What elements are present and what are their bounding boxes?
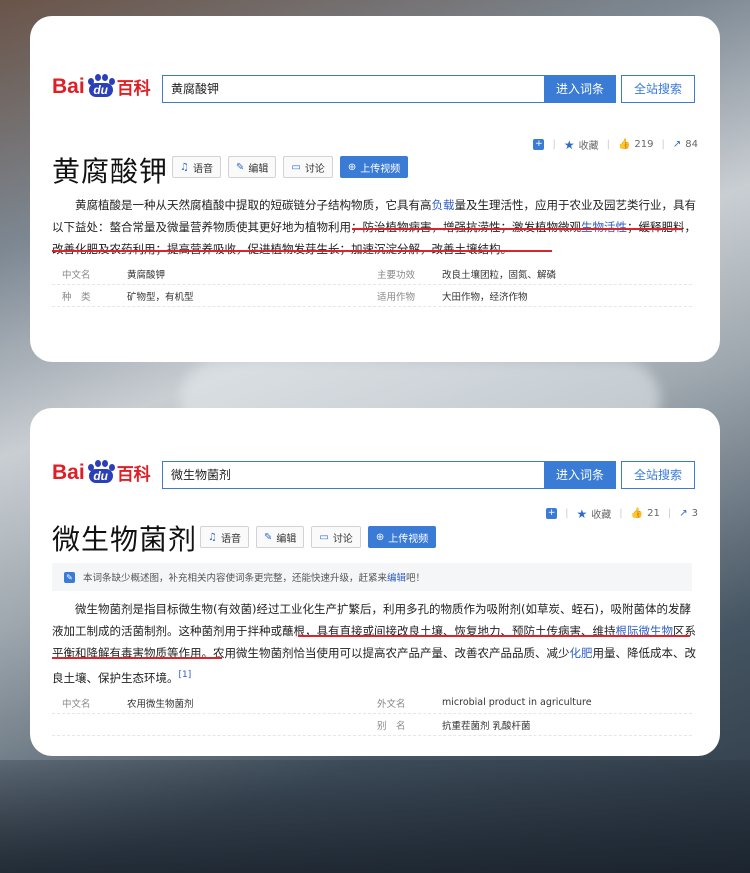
headphones-icon: ♫: [180, 161, 189, 173]
logo-text-bai: Bai: [52, 74, 85, 98]
edit-button[interactable]: ✎ 编辑: [255, 526, 305, 548]
collect-label[interactable]: 收藏: [579, 137, 599, 152]
enter-entry-button[interactable]: 进入词条: [544, 75, 616, 103]
notice-text: 本词条缺少概述图，补充相关内容使词条更完整，还能快速升级，赶紧来: [83, 573, 388, 584]
chat-icon: ▭: [291, 161, 301, 173]
link-load[interactable]: 负载: [432, 198, 455, 212]
entry-toolbar: ♫ 语音 ✎ 编辑 ▭ 讨论 ⊕ 上传视频: [200, 526, 437, 548]
info-box: 中文名 农用微生物菌剂 外文名 microbial product in agr…: [52, 692, 692, 736]
info-box: 中文名 黄腐酸钾 主要功效 改良土壤团粒，固氮、解磷 种 类 矿物型，有机型 适…: [52, 263, 692, 307]
entry-stats: + | ★ 收藏 | 👍 21 | ↗ 3: [546, 506, 698, 521]
baidu-baike-logo[interactable]: Bai du 百科: [52, 73, 151, 99]
site-search-button[interactable]: 全站搜索: [621, 461, 695, 489]
info-key: 主要功效: [377, 269, 416, 281]
baidu-baike-logo[interactable]: Bai du 百科: [52, 459, 151, 485]
like-count: 219: [634, 139, 654, 150]
voice-label: 语音: [192, 163, 213, 175]
discuss-button[interactable]: ▭ 讨论: [311, 526, 361, 548]
baike-card-2: Bai du 百科 微生物菌剂 进入词条 全站搜索 + | ★ 收藏 | 👍 2…: [30, 408, 720, 756]
share-icon[interactable]: ↗: [679, 508, 687, 519]
voice-button[interactable]: ♫ 语音: [200, 526, 249, 548]
enter-entry-button[interactable]: 进入词条: [544, 461, 616, 489]
voice-label: 语音: [220, 533, 241, 545]
info-value: 农用微生物菌剂: [127, 698, 194, 710]
paw-icon: du: [86, 73, 116, 98]
search-input[interactable]: 黄腐酸钾: [162, 75, 544, 103]
highlight-underline: [52, 657, 222, 659]
info-row: 中文名 农用微生物菌剂 外文名 microbial product in agr…: [52, 692, 692, 714]
entry-toolbar: ♫ 语音 ✎ 编辑 ▭ 讨论 ⊕ 上传视频: [172, 156, 409, 178]
plus-circle-icon: ⊕: [347, 161, 357, 173]
thumbs-up-icon[interactable]: 👍: [618, 139, 630, 150]
upload-video-button[interactable]: ⊕ 上传视频: [367, 526, 437, 548]
add-icon[interactable]: +: [533, 139, 545, 150]
info-key: 中文名: [62, 269, 91, 281]
page-title: 黄腐酸钾: [52, 155, 169, 188]
info-value: microbial product in agriculture: [442, 697, 592, 708]
share-count: 3: [691, 508, 698, 519]
info-key: 中文名: [62, 698, 91, 710]
paw-icon: du: [86, 459, 116, 484]
site-search-button[interactable]: 全站搜索: [621, 75, 695, 103]
highlight-underline: [298, 635, 690, 637]
edit-note-icon: ✎: [64, 571, 75, 583]
pencil-icon: ✎: [235, 161, 245, 173]
star-icon[interactable]: ★: [577, 507, 588, 521]
link-bioactivity[interactable]: 生物活性: [581, 220, 627, 234]
baike-card-1: Bai du 百科 黄腐酸钾 进入词条 全站搜索 + | ★ 收藏 | 👍 21…: [30, 16, 720, 362]
info-value: 抗重茬菌剂 乳酸杆菌: [442, 720, 531, 732]
like-count: 21: [647, 508, 660, 519]
headphones-icon: ♫: [208, 531, 217, 543]
info-key: 别 名: [377, 720, 406, 732]
chat-icon: ▭: [319, 531, 329, 543]
info-key: 适用作物: [377, 291, 416, 303]
background-shade: [0, 760, 750, 873]
collect-label[interactable]: 收藏: [591, 506, 611, 521]
pencil-icon: ✎: [263, 531, 273, 543]
info-row: 中文名 黄腐酸钾 主要功效 改良土壤团粒，固氮、解磷: [52, 263, 692, 285]
notice-tail: 吧！: [406, 573, 426, 584]
info-value: 大田作物，经济作物: [442, 291, 528, 303]
upload-label: 上传视频: [360, 163, 401, 175]
page-title: 微生物菌剂: [52, 523, 198, 556]
upload-label: 上传视频: [388, 533, 429, 545]
reference-link[interactable]: [1]: [179, 670, 192, 680]
discuss-label: 讨论: [304, 163, 325, 175]
logo-text-baike: 百科: [116, 465, 151, 485]
highlight-underline: [352, 228, 682, 230]
thumbs-up-icon[interactable]: 👍: [631, 508, 643, 519]
para-text: 黄腐植酸是一种从天然腐植酸中提取的短碳链分子结构物质，它具有高: [75, 198, 432, 212]
share-icon[interactable]: ↗: [673, 139, 681, 150]
info-value: 矿物型，有机型: [127, 291, 194, 303]
discuss-label: 讨论: [332, 533, 353, 545]
logo-text-bai: Bai: [52, 460, 85, 484]
edit-button[interactable]: ✎ 编辑: [227, 156, 277, 178]
voice-button[interactable]: ♫ 语音: [172, 156, 221, 178]
logo-text-baike: 百科: [116, 79, 151, 99]
star-icon[interactable]: ★: [564, 138, 575, 152]
info-row: 种 类 矿物型，有机型 适用作物 大田作物，经济作物: [52, 285, 692, 307]
plus-circle-icon: ⊕: [375, 531, 385, 543]
discuss-button[interactable]: ▭ 讨论: [283, 156, 333, 178]
edit-label: 编辑: [276, 533, 297, 545]
upload-video-button[interactable]: ⊕ 上传视频: [339, 156, 409, 178]
para-text: 微生物菌剂是指目标微生物(有效菌)经过工业化生产扩繁后，利用多孔的物质作为吸附剂…: [52, 602, 691, 638]
info-value: 黄腐酸钾: [127, 269, 166, 281]
logo-text-du: du: [88, 468, 113, 483]
info-row: 别 名 抗重茬菌剂 乳酸杆菌: [52, 714, 692, 736]
info-key: 外文名: [377, 698, 406, 710]
search-input[interactable]: 微生物菌剂: [162, 461, 544, 489]
summary-paragraph: 微生物菌剂是指目标微生物(有效菌)经过工业化生产扩繁后，利用多孔的物质作为吸附剂…: [52, 598, 700, 689]
edit-label: 编辑: [248, 163, 269, 175]
info-value: 改良土壤团粒，固氮、解磷: [442, 269, 557, 281]
add-icon[interactable]: +: [546, 508, 558, 519]
notice-edit-link[interactable]: 编辑: [387, 573, 406, 584]
link-fertilizer[interactable]: 化肥: [570, 646, 593, 660]
highlight-underline: [52, 250, 552, 252]
entry-stats: + | ★ 收藏 | 👍 219 | ↗ 84: [533, 137, 698, 152]
share-count: 84: [685, 139, 698, 150]
missing-image-notice: ✎ 本词条缺少概述图，补充相关内容使词条更完整，还能快速升级，赶紧来编辑吧！: [52, 563, 692, 591]
logo-text-du: du: [88, 82, 113, 97]
info-key: 种 类: [62, 291, 91, 303]
